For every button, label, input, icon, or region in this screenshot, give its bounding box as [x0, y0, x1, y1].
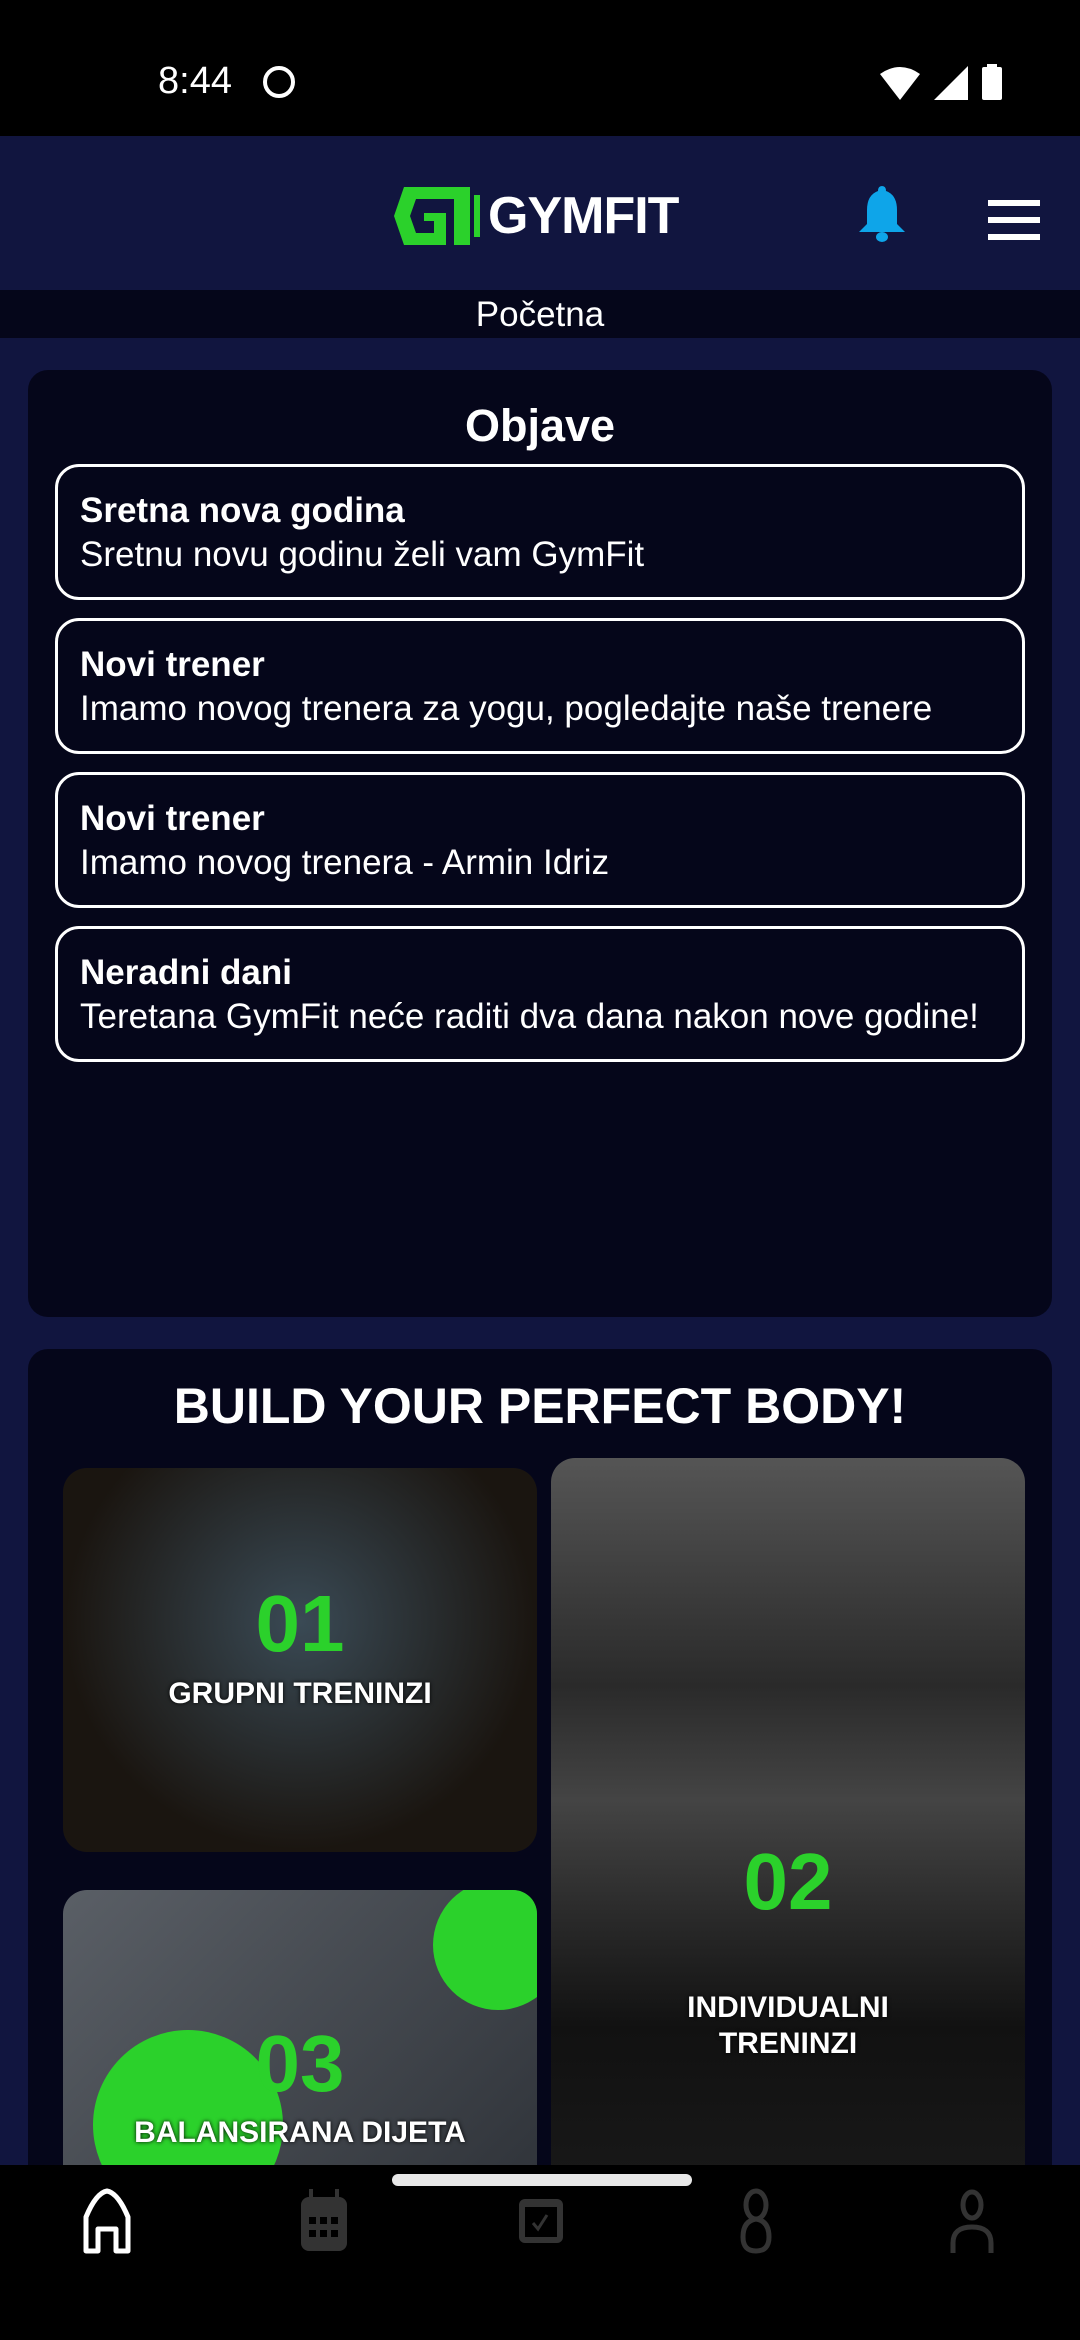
announcement-title: Novi trener	[80, 645, 265, 684]
announcement-item[interactable]: Novi trener Imamo novog trenera - Armin I…	[55, 772, 1025, 908]
tile-number: 01	[255, 1579, 345, 1668]
announcement-title: Neradni dani	[80, 953, 292, 992]
logo-text: GYMFIT	[488, 187, 679, 245]
tile-label: BALANSIRANA DIJETA	[134, 2116, 466, 2149]
plate-image	[433, 1890, 537, 2010]
announcement-body: Sretnu novu godinu želi vam GymFit	[80, 535, 645, 574]
battery-icon	[982, 64, 1002, 100]
announcement-item[interactable]: Sretna nova godina Sretnu novu godinu žel…	[55, 464, 1025, 600]
promo-title: BUILD YOUR PERFECT BODY!	[173, 1378, 907, 1434]
tile-label: INDIVIDUALNI TRENINZI	[687, 1991, 889, 2060]
announcement-body: Imamo novog trenera - Armin Idriz	[80, 843, 610, 882]
calendar-icon[interactable]	[289, 2187, 359, 2257]
notification-bell-icon[interactable]	[857, 186, 907, 242]
app-header: GYMFIT	[0, 136, 1080, 290]
announcement-body: Imamo novog trenera za yogu, pogledajte …	[80, 689, 933, 728]
gesture-handle[interactable]	[392, 2174, 692, 2186]
gymfit-logo[interactable]: GYMFIT	[394, 186, 679, 246]
page-title: Početna	[0, 290, 1080, 338]
announcement-item[interactable]: Neradni dani Teretana GymFit neće raditi …	[55, 926, 1025, 1062]
hamburger-menu-button[interactable]	[988, 200, 1040, 251]
tile-number: 03	[255, 2019, 345, 2108]
bottom-navigation	[0, 2165, 1080, 2340]
profile-icon[interactable]	[937, 2187, 1007, 2257]
announcement-title: Sretna nova godina	[80, 491, 405, 530]
signal-icon	[934, 66, 968, 100]
tile-number: 02	[743, 1837, 833, 1926]
home-icon[interactable]	[72, 2187, 142, 2257]
notification-app-icon	[263, 66, 295, 98]
tile-group-training[interactable]: 01 GRUPNI TRENINZI	[63, 1468, 537, 1852]
group-icon[interactable]	[721, 2187, 791, 2257]
status-bar: 8:44	[0, 0, 1080, 136]
announcements-card: Objave Sretna nova godina Sretnu novu god…	[28, 370, 1052, 1317]
calendar-check-icon[interactable]	[505, 2187, 575, 2257]
status-time: 8:44	[158, 60, 232, 102]
wifi-icon	[880, 67, 920, 100]
logo-mark-icon	[394, 187, 480, 245]
tile-individual-training[interactable]: 02 INDIVIDUALNI TRENINZI	[551, 1458, 1025, 2218]
announcement-item[interactable]: Novi trener Imamo novog trenera za yogu, …	[55, 618, 1025, 754]
announcements-title: Objave	[464, 400, 616, 451]
announcement-body: Teretana GymFit neće raditi dva dana nak…	[80, 997, 979, 1036]
tile-label: GRUPNI TRENINZI	[168, 1677, 432, 1710]
announcement-title: Novi trener	[80, 799, 265, 838]
